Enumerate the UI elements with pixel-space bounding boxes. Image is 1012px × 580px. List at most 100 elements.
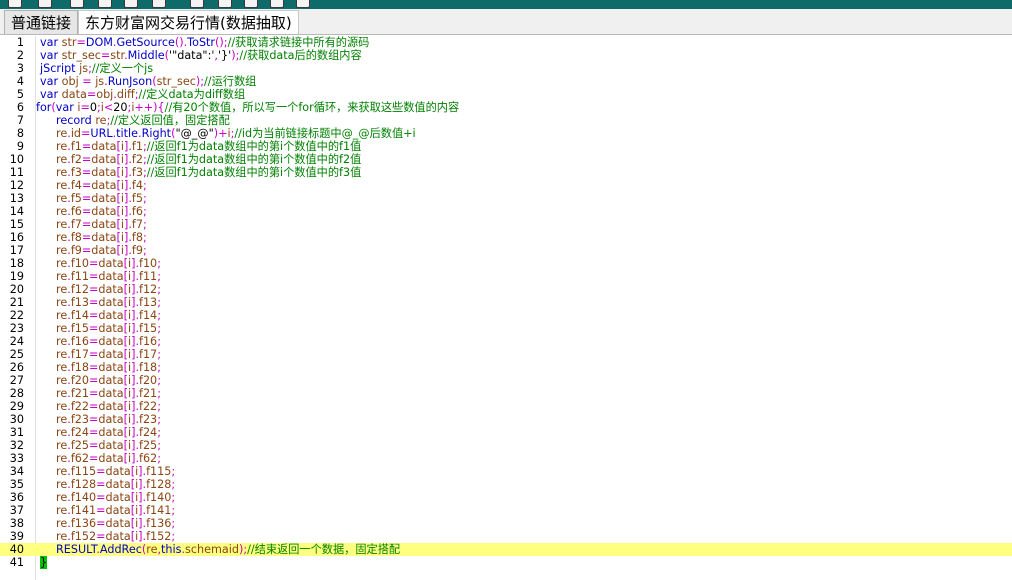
line-number: 3 bbox=[16, 62, 24, 75]
line-number: 25 bbox=[9, 348, 24, 361]
run-icon[interactable] bbox=[190, 0, 204, 8]
code-line[interactable]: 24 re.f16=data[i].f16; bbox=[0, 335, 1012, 348]
line-number: 9 bbox=[16, 140, 24, 153]
code-line[interactable]: 39 re.f152=data[i].f152; bbox=[0, 530, 1012, 543]
tab-normal-link[interactable]: 普通链接 bbox=[4, 10, 79, 34]
export-icon[interactable] bbox=[296, 0, 310, 8]
save-icon[interactable] bbox=[8, 0, 22, 8]
line-text: re.f25=data[i].f25; bbox=[56, 439, 161, 452]
paste-icon[interactable] bbox=[124, 0, 138, 8]
line-number: 12 bbox=[9, 179, 24, 192]
code-line[interactable]: 34 re.f115=data[i].f115; bbox=[0, 465, 1012, 478]
code-line[interactable]: 22 re.f14=data[i].f14; bbox=[0, 309, 1012, 322]
code-line[interactable]: 2 var str_sec=str.Middle('"data":','}');/… bbox=[0, 49, 1012, 62]
undo-icon[interactable] bbox=[38, 0, 52, 8]
code-line[interactable]: 17 re.f9=data[i].f9; bbox=[0, 244, 1012, 257]
line-text: re.f115=data[i].f115; bbox=[56, 465, 176, 478]
line-text: re.f5=data[i].f5; bbox=[56, 192, 147, 205]
line-number: 15 bbox=[9, 218, 24, 231]
line-number: 7 bbox=[16, 114, 24, 127]
line-text: re.f23=data[i].f23; bbox=[56, 413, 161, 426]
tab-eastmoney-extract[interactable]: 东方财富网交易行情(数据抽取) bbox=[78, 10, 299, 34]
link-icon[interactable] bbox=[244, 0, 258, 8]
code-line[interactable]: 8 re.id=URL.title.Right("@_@")+i;//id为当前链… bbox=[0, 127, 1012, 140]
line-text: re.f21=data[i].f21; bbox=[56, 387, 161, 400]
code-line[interactable]: 1 var str=DOM.GetSource().ToStr();//获取请求链… bbox=[0, 36, 1012, 49]
clipboard-icon[interactable] bbox=[218, 0, 232, 8]
code-line[interactable]: 35 re.f128=data[i].f128; bbox=[0, 478, 1012, 491]
code-line[interactable]: 28 re.f21=data[i].f21; bbox=[0, 387, 1012, 400]
print-icon[interactable] bbox=[152, 0, 166, 8]
line-text: record re;//定义返回值，固定搭配 bbox=[56, 114, 230, 127]
line-number: 34 bbox=[9, 465, 24, 478]
line-text: var str_sec=str.Middle('"data":','}');//… bbox=[40, 49, 362, 62]
code-line[interactable]: 18 re.f10=data[i].f10; bbox=[0, 257, 1012, 270]
code-line[interactable]: 13 re.f5=data[i].f5; bbox=[0, 192, 1012, 205]
line-text: re.f16=data[i].f16; bbox=[56, 335, 161, 348]
code-line[interactable]: 3 jScript js;//定义一个js bbox=[0, 62, 1012, 75]
line-number: 39 bbox=[9, 530, 24, 543]
code-line[interactable]: 21 re.f13=data[i].f13; bbox=[0, 296, 1012, 309]
code-line[interactable]: 10 re.f2=data[i].f2;//返回f1为data数组中的第i个数值中… bbox=[0, 153, 1012, 166]
code-line[interactable]: 36 re.f140=data[i].f140; bbox=[0, 491, 1012, 504]
code-editor[interactable]: 1 var str=DOM.GetSource().ToStr();//获取请求链… bbox=[0, 36, 1012, 580]
code-line[interactable]: 11 re.f3=data[i].f3;//返回f1为data数组中的第i个数值中… bbox=[0, 166, 1012, 179]
line-number: 41 bbox=[9, 556, 24, 569]
code-line[interactable]: 31 re.f24=data[i].f24; bbox=[0, 426, 1012, 439]
code-line[interactable]: 12 re.f4=data[i].f4; bbox=[0, 179, 1012, 192]
line-number: 23 bbox=[9, 322, 24, 335]
toolbar bbox=[0, 0, 1012, 9]
code-line[interactable]: 30 re.f23=data[i].f23; bbox=[0, 413, 1012, 426]
line-number: 22 bbox=[9, 309, 24, 322]
code-line[interactable]: 14 re.f6=data[i].f6; bbox=[0, 205, 1012, 218]
code-line[interactable]: 7 record re;//定义返回值，固定搭配 bbox=[0, 114, 1012, 127]
line-number: 11 bbox=[9, 166, 24, 179]
code-line[interactable]: 20 re.f12=data[i].f12; bbox=[0, 283, 1012, 296]
code-line[interactable]: 25 re.f17=data[i].f17; bbox=[0, 348, 1012, 361]
line-text: re.f9=data[i].f9; bbox=[56, 244, 147, 257]
code-line[interactable]: 32 re.f25=data[i].f25; bbox=[0, 439, 1012, 452]
line-number: 10 bbox=[9, 153, 24, 166]
line-text: re.f140=data[i].f140; bbox=[56, 491, 176, 504]
line-text: re.f6=data[i].f6; bbox=[56, 205, 147, 218]
code-line[interactable]: 37 re.f141=data[i].f141; bbox=[0, 504, 1012, 517]
code-line[interactable]: 6 for(var i=0;i<20;i++){//有20个数值，所以写一个for… bbox=[0, 101, 1012, 114]
code-line[interactable]: 33 re.f62=data[i].f62; bbox=[0, 452, 1012, 465]
code-line[interactable]: 19 re.f11=data[i].f11; bbox=[0, 270, 1012, 283]
line-text: re.f141=data[i].f141; bbox=[56, 504, 176, 517]
code-line[interactable]: 41} bbox=[0, 556, 1012, 569]
line-number: 18 bbox=[9, 257, 24, 270]
line-text: re.f22=data[i].f22; bbox=[56, 400, 161, 413]
line-number: 1 bbox=[16, 36, 24, 49]
line-text: re.f14=data[i].f14; bbox=[56, 309, 161, 322]
line-text: re.f10=data[i].f10; bbox=[56, 257, 161, 270]
code-line[interactable]: 15 re.f7=data[i].f7; bbox=[0, 218, 1012, 231]
line-number: 28 bbox=[9, 387, 24, 400]
code-line[interactable]: 29 re.f22=data[i].f22; bbox=[0, 400, 1012, 413]
line-number: 17 bbox=[9, 244, 24, 257]
line-text: re.f8=data[i].f8; bbox=[56, 231, 147, 244]
code-line[interactable]: 23 re.f15=data[i].f15; bbox=[0, 322, 1012, 335]
code-line[interactable]: 26 re.f18=data[i].f18; bbox=[0, 361, 1012, 374]
line-text: re.f152=data[i].f152; bbox=[56, 530, 176, 543]
line-number: 26 bbox=[9, 361, 24, 374]
line-text: re.f17=data[i].f17; bbox=[56, 348, 161, 361]
line-number: 14 bbox=[9, 205, 24, 218]
copy-icon[interactable] bbox=[98, 0, 112, 8]
code-line[interactable]: 9 re.f1=data[i].f1;//返回f1为data数组中的第i个数值中的… bbox=[0, 140, 1012, 153]
new-icon[interactable] bbox=[70, 0, 84, 8]
line-number: 29 bbox=[9, 400, 24, 413]
brace-icon[interactable] bbox=[270, 0, 284, 8]
line-number: 31 bbox=[9, 426, 24, 439]
code-line[interactable]: 4 var obj = js.RunJson(str_sec);//运行数组 bbox=[0, 75, 1012, 88]
line-text: re.f12=data[i].f12; bbox=[56, 283, 161, 296]
line-text: for(var i=0;i<20;i++){//有20个数值，所以写一个for循… bbox=[36, 101, 460, 114]
code-line[interactable]: 40 RESULT.AddRec(re,this.schemaid);//结束返回… bbox=[0, 543, 1012, 556]
line-text: jScript js;//定义一个js bbox=[40, 62, 154, 75]
code-line[interactable]: 38 re.f136=data[i].f136; bbox=[0, 517, 1012, 530]
code-line[interactable]: 5 var data=obj.diff;//定义data为diff数组 bbox=[0, 88, 1012, 101]
code-line[interactable]: 16 re.f8=data[i].f8; bbox=[0, 231, 1012, 244]
code-line[interactable]: 27 re.f20=data[i].f20; bbox=[0, 374, 1012, 387]
line-text: RESULT.AddRec(re,this.schemaid);//结束返回一个… bbox=[56, 543, 401, 556]
line-text: re.f4=data[i].f4; bbox=[56, 179, 147, 192]
